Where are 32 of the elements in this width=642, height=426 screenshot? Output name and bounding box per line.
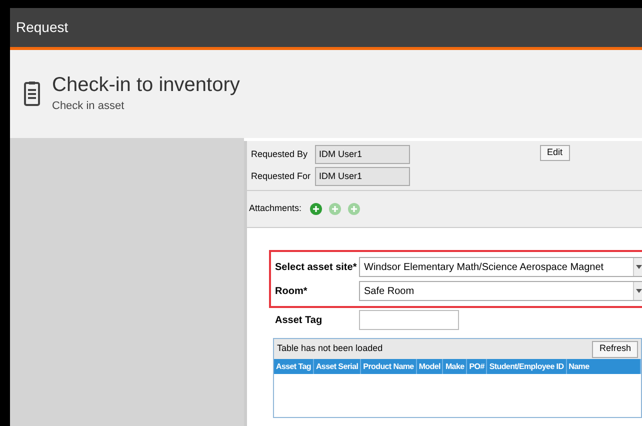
column-header[interactable]: Asset Serial — [314, 359, 362, 374]
field-label: Asset Tag — [275, 314, 324, 328]
field-label: Requested By — [251, 148, 309, 161]
dropdown[interactable]: Safe Room — [359, 281, 642, 301]
dropdown[interactable]: Windsor Elementary Math/Science Aerospace Magnet — [359, 257, 642, 277]
attachments-label: Attachments: — [249, 202, 302, 216]
read-only-field: IDM User1 — [315, 167, 410, 186]
field-label: Select asset site* — [275, 260, 358, 274]
field-label: Room* — [275, 284, 308, 298]
caret-icon — [633, 258, 642, 276]
clipboard-icon — [24, 81, 40, 107]
column-header[interactable]: Product Name — [361, 359, 417, 374]
caret-icon — [633, 282, 642, 300]
plus-icon — [332, 206, 338, 212]
page-subtitle: Check in asset — [52, 99, 126, 114]
column-header[interactable]: PO# — [467, 359, 488, 374]
window-title: Request — [16, 18, 68, 37]
edit-button[interactable]: Edit — [540, 145, 570, 161]
column-header[interactable]: Model — [416, 359, 444, 374]
column-header[interactable]: Make — [443, 359, 468, 374]
column-header[interactable]: Asset Tag — [274, 359, 314, 374]
field-label: Requested For — [251, 170, 312, 183]
refresh-button[interactable]: Refresh — [592, 340, 638, 358]
table-status: Table has not been loaded — [277, 342, 383, 356]
plus-icon — [312, 206, 319, 212]
read-only-field: IDM User1 — [315, 145, 410, 164]
column-header[interactable]: Student/Employee ID — [487, 359, 567, 374]
input-field[interactable] — [359, 310, 459, 330]
add-button[interactable] — [310, 203, 322, 215]
plus-icon — [350, 206, 357, 212]
column-header[interactable]: Name — [566, 359, 641, 374]
page-title: Check-in to inventory — [52, 73, 240, 98]
